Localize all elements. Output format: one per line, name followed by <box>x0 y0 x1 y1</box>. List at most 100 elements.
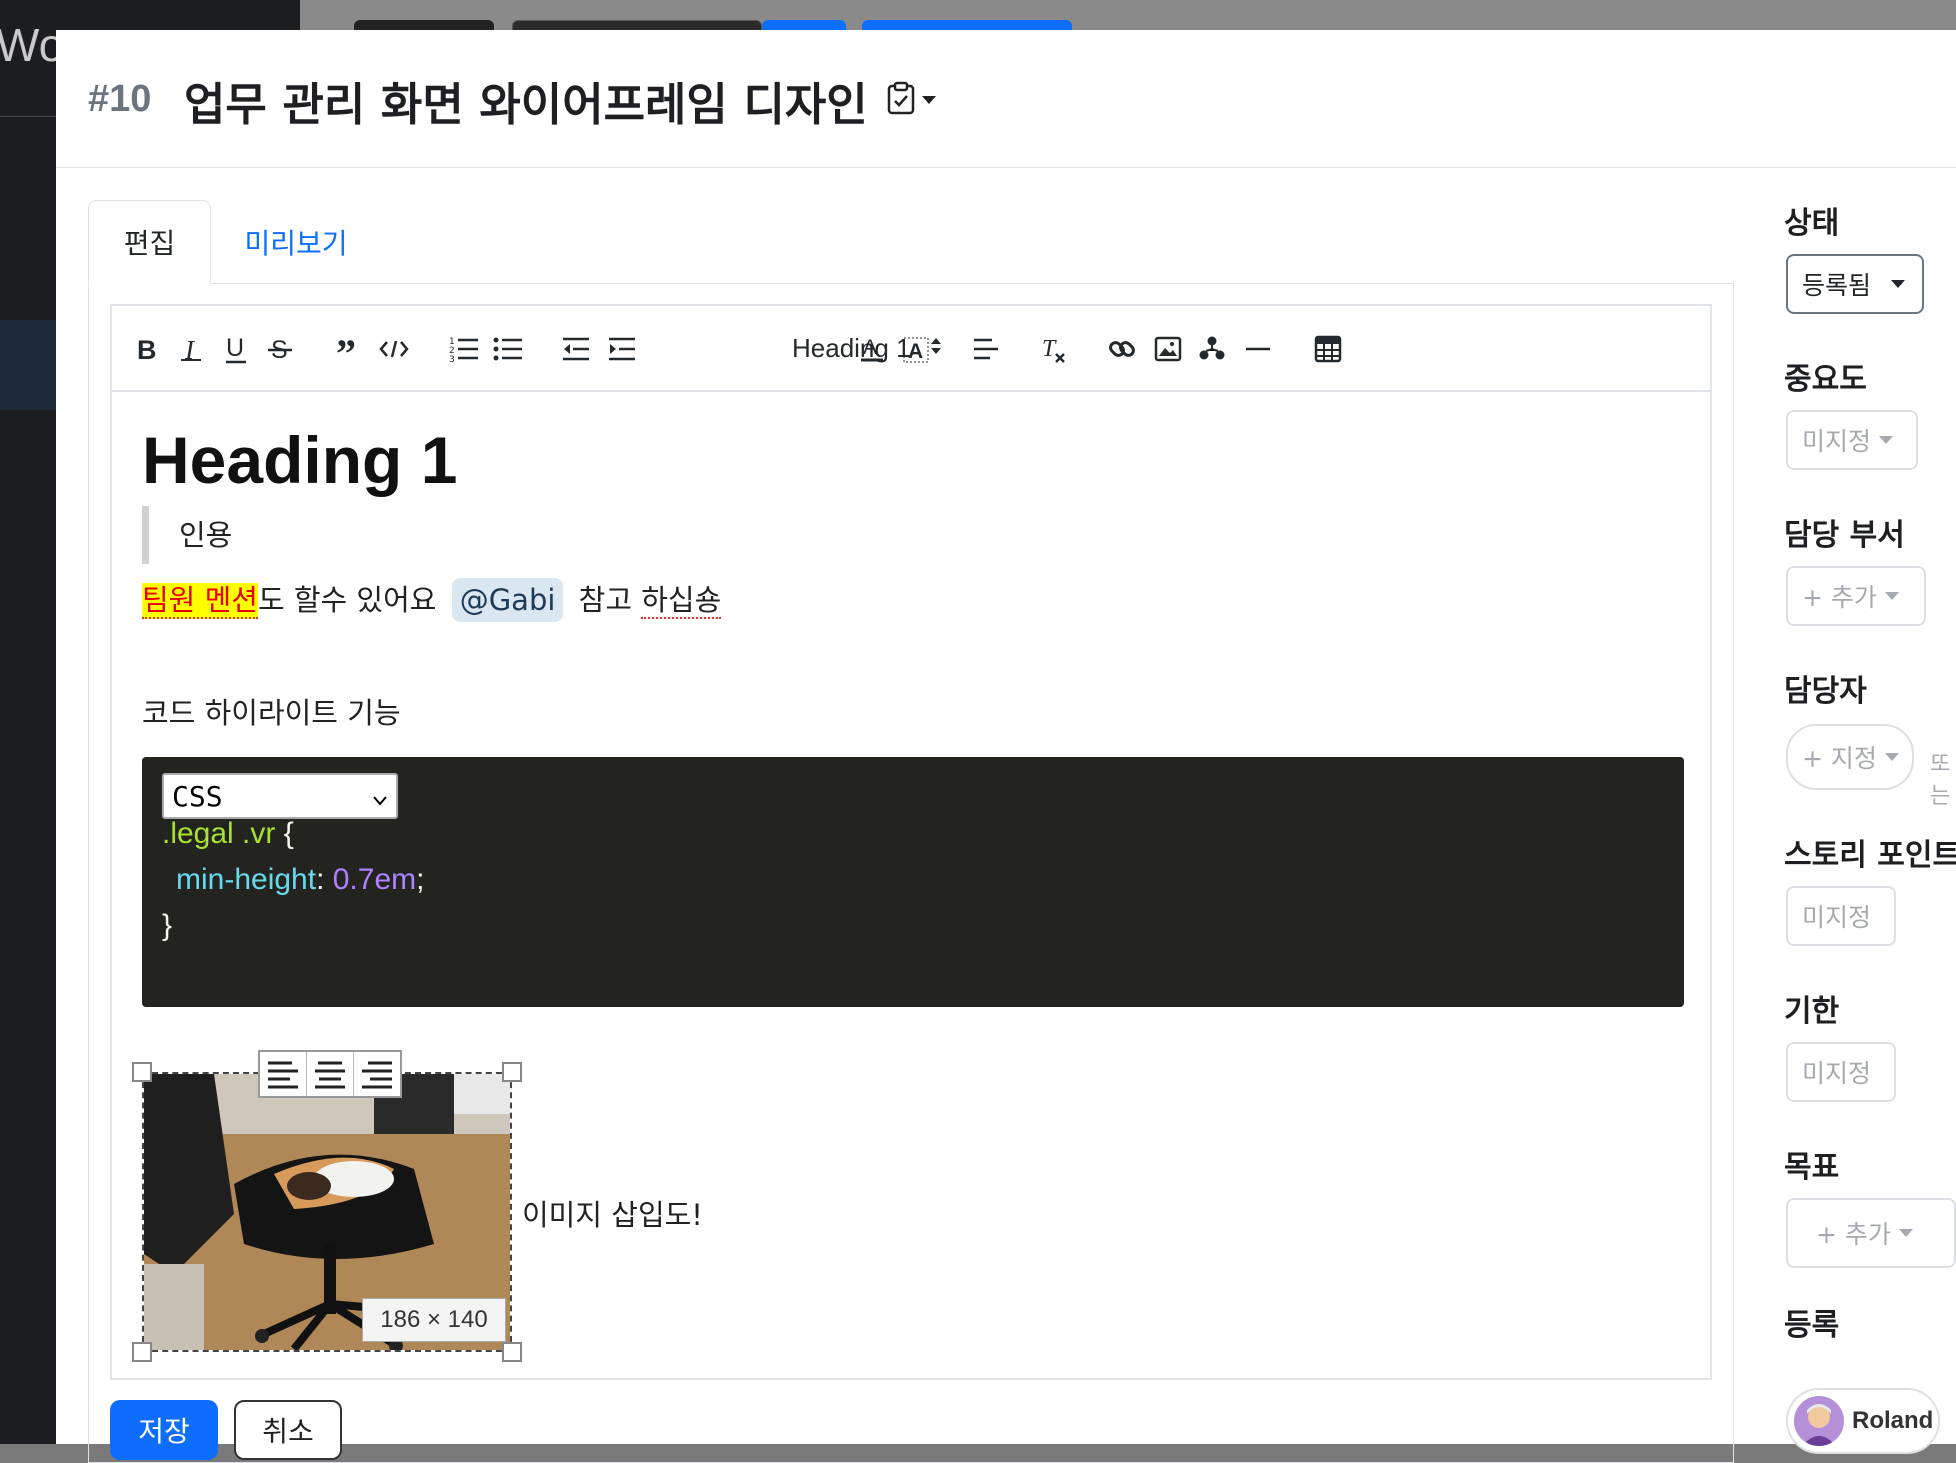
status-value: 등록됨 <box>1802 271 1872 300</box>
resize-handle[interactable] <box>132 1062 152 1082</box>
code-selector: .legal .vr <box>162 817 276 850</box>
chevron-down-icon <box>922 96 936 104</box>
resize-handle[interactable] <box>132 1342 152 1362</box>
backdrop-nav-active <box>0 320 56 410</box>
mention-icon[interactable] <box>1194 332 1230 366</box>
resize-handle[interactable] <box>502 1062 522 1082</box>
svg-text:A: A <box>863 336 877 359</box>
underline-icon[interactable]: U <box>218 332 254 366</box>
assignee-assign-button[interactable]: + 지정 <box>1786 724 1914 790</box>
assignee-or-text: 또는 <box>1930 752 1951 809</box>
status-dropdown[interactable]: 등록됨 <box>1786 254 1924 314</box>
code-line: } <box>162 909 173 942</box>
svg-text:3: 3 <box>449 355 455 363</box>
issue-title: 업무 관리 화면 와이어프레임 디자인 <box>184 78 868 131</box>
code-colon: : <box>316 863 333 896</box>
editor-toolbar: B I U S ” 123 Heading 1 A A T <box>112 306 1710 392</box>
backdrop-divider <box>0 116 56 117</box>
department-label: 담당 부서 <box>1784 518 1905 553</box>
goal-add-button[interactable]: + 추가 <box>1786 1198 1956 1268</box>
outdent-icon[interactable] <box>558 332 594 366</box>
priority-dropdown[interactable]: 미지정 <box>1786 410 1918 470</box>
code-line: min-height: 0.7em; <box>176 863 424 897</box>
table-icon[interactable] <box>1310 332 1346 366</box>
image-icon[interactable] <box>1150 332 1186 366</box>
code-language-select[interactable]: CSS <box>162 773 398 819</box>
rich-text-editor: B I U S ” 123 Heading 1 A A T Heading 1 … <box>110 304 1712 1380</box>
code-brace: { <box>275 817 294 850</box>
due-label: 기한 <box>1784 994 1840 1029</box>
highlighted-text: 팀원 멘션 <box>142 583 258 619</box>
code-icon[interactable] <box>376 332 412 366</box>
code-semicolon: ; <box>416 863 425 896</box>
status-label: 상태 <box>1784 206 1840 241</box>
code-value: 0.7em <box>332 863 417 896</box>
code-language-value: CSS <box>172 779 223 813</box>
strikethrough-icon[interactable]: S <box>262 332 298 366</box>
clipboard-dropdown-button[interactable] <box>886 78 952 122</box>
align-icon[interactable] <box>968 332 1004 366</box>
caret-down-icon <box>1898 1229 1913 1237</box>
save-button[interactable]: 저장 <box>110 1400 218 1460</box>
svg-text:B: B <box>137 335 157 363</box>
image-size-badge: 186 × 140 <box>362 1298 506 1342</box>
misspelled-text: 하십숑 <box>641 583 722 619</box>
svg-text:A: A <box>908 340 923 363</box>
paragraph-text: 참고 <box>578 583 642 617</box>
chevron-down-icon <box>372 785 388 818</box>
code-property: min-height <box>176 863 317 896</box>
quote-icon[interactable]: ” <box>332 332 368 366</box>
align-left-icon[interactable] <box>260 1052 307 1096</box>
due-date-button[interactable]: 미지정 <box>1786 1042 1896 1102</box>
code-section-label: 코드 하이라이트 기능 <box>142 696 401 730</box>
due-value: 미지정 <box>1802 1059 1872 1088</box>
inserted-image[interactable]: 186 × 140 <box>132 1050 522 1362</box>
text-color-icon[interactable]: A <box>854 332 890 366</box>
goal-value: + 추가 <box>1816 1220 1891 1249</box>
clear-format-icon[interactable]: T <box>1036 332 1072 366</box>
clipboard-check-icon <box>886 81 916 119</box>
italic-icon[interactable]: I <box>174 332 210 366</box>
priority-value: 미지정 <box>1802 427 1872 456</box>
assignee-label: 담당자 <box>1784 674 1867 709</box>
code-line: .legal .vr { <box>162 817 294 851</box>
heading-select-value: Heading 1 <box>792 332 911 363</box>
goal-label: 목표 <box>1784 1150 1840 1185</box>
mention-chip[interactable]: @Gabi <box>451 578 564 622</box>
registrant-label: 등록 <box>1784 1308 1840 1343</box>
align-right-icon[interactable] <box>354 1052 400 1096</box>
bold-icon[interactable]: B <box>128 332 164 366</box>
story-points-label: 스토리 포인트 <box>1784 838 1956 873</box>
resize-handle[interactable] <box>502 1342 522 1362</box>
caret-down-icon <box>1879 436 1894 444</box>
svg-text:”: ” <box>336 337 356 361</box>
bullet-list-icon[interactable] <box>490 332 526 366</box>
code-block: CSS .legal .vr { min-height: 0.7em; } <box>142 757 1684 1007</box>
ordered-list-icon[interactable]: 123 <box>446 332 482 366</box>
caret-down-icon <box>1891 280 1906 288</box>
image-align-toolbar <box>258 1050 402 1098</box>
divider-icon[interactable] <box>1240 332 1276 366</box>
link-icon[interactable] <box>1104 332 1140 366</box>
department-add-button[interactable]: + 추가 <box>1786 566 1926 626</box>
story-points-button[interactable]: 미지정 <box>1786 886 1896 946</box>
align-center-icon[interactable] <box>307 1052 354 1096</box>
assignee-value: + 지정 <box>1802 744 1877 773</box>
issue-number: #10 <box>88 78 152 120</box>
svg-text:T: T <box>1042 336 1057 362</box>
avatar <box>1794 1396 1844 1446</box>
registrant-name: Roland <box>1852 1407 1934 1434</box>
background-color-icon[interactable]: A <box>898 332 934 366</box>
editor-content[interactable]: Heading 1 인용 팀원 멘션도 할수 있어요 @Gabi 참고 하십숑 … <box>112 394 1710 1378</box>
cancel-button[interactable]: 취소 <box>234 1400 342 1460</box>
tab-preview[interactable]: 미리보기 <box>211 200 381 284</box>
content-heading: Heading 1 <box>142 423 458 497</box>
modal-header: #10 업무 관리 화면 와이어프레임 디자인 <box>56 30 1956 168</box>
paragraph-text: 도 할수 있어요 <box>257 583 437 617</box>
tab-edit[interactable]: 편집 <box>88 200 211 284</box>
registrant-chip[interactable]: Roland <box>1786 1388 1940 1454</box>
priority-label: 중요도 <box>1784 362 1867 397</box>
indent-icon[interactable] <box>604 332 640 366</box>
svg-text:I: I <box>184 335 196 363</box>
department-value: + 추가 <box>1802 583 1877 612</box>
